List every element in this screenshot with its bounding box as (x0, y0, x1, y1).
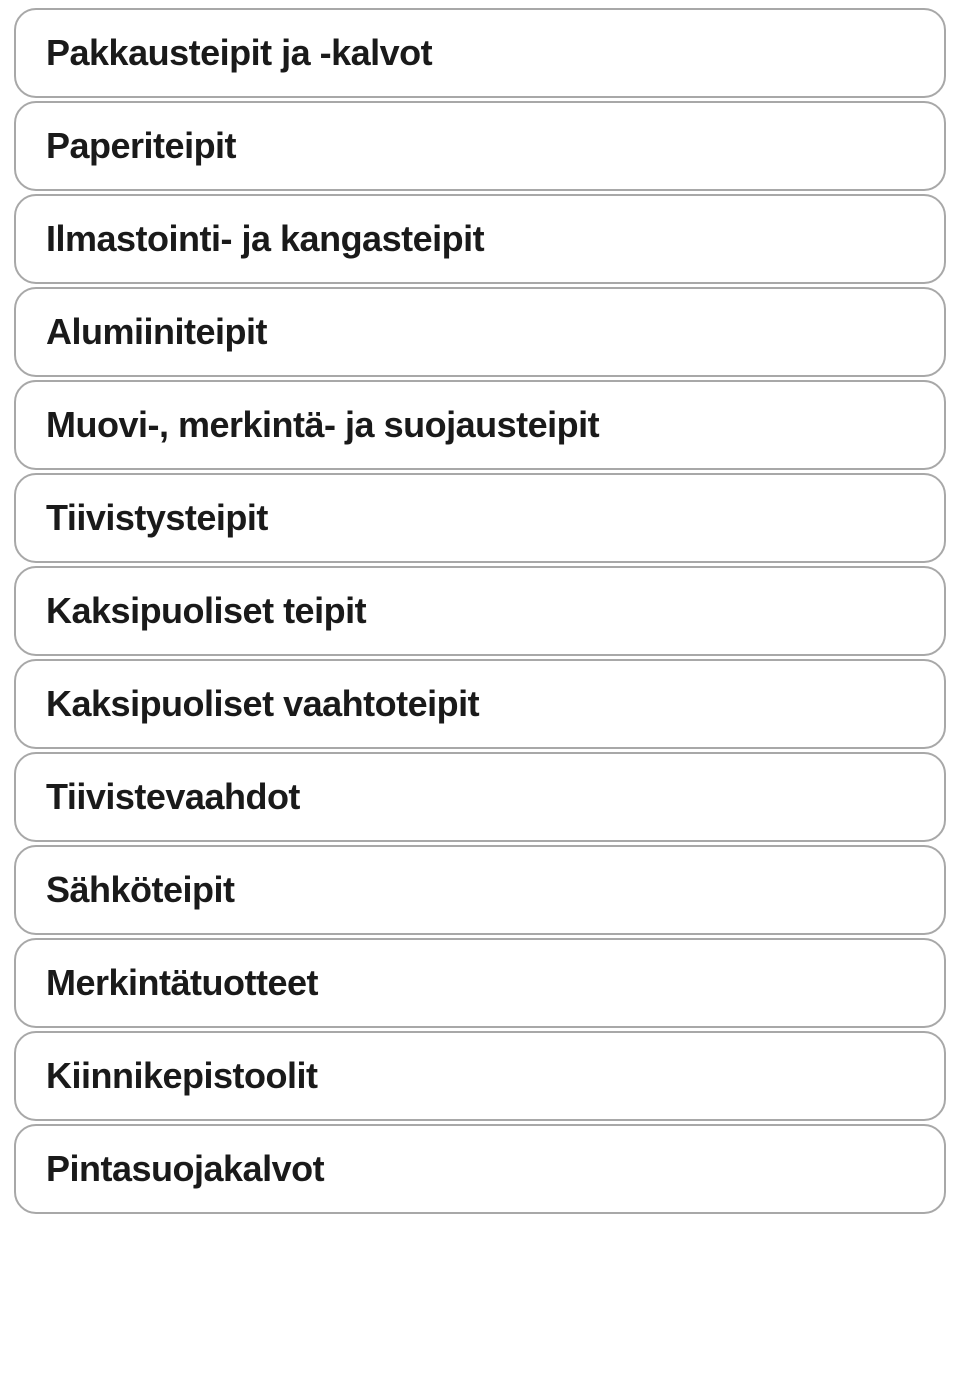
category-item-kaksipuoliset-teipit[interactable]: Kaksipuoliset teipit (14, 566, 946, 656)
category-label: Kiinnikepistoolit (46, 1055, 318, 1096)
category-label: Ilmastointi- ja kangasteipit (46, 218, 484, 259)
category-item-sahkoteipit[interactable]: Sähköteipit (14, 845, 946, 935)
category-item-merkintatuotteet[interactable]: Merkintätuotteet (14, 938, 946, 1028)
category-item-kiinnikepistoolit[interactable]: Kiinnikepistoolit (14, 1031, 946, 1121)
category-item-tiivistevaahdot[interactable]: Tiivistevaahdot (14, 752, 946, 842)
category-item-ilmastointi[interactable]: Ilmastointi- ja kangasteipit (14, 194, 946, 284)
category-label: Tiivistysteipit (46, 497, 268, 538)
category-label: Alumiiniteipit (46, 311, 267, 352)
category-label: Pakkausteipit ja -kalvot (46, 32, 432, 73)
category-label: Tiivistevaahdot (46, 776, 300, 817)
category-item-paperiteipit[interactable]: Paperiteipit (14, 101, 946, 191)
category-label: Muovi-, merkintä- ja suojausteipit (46, 404, 599, 445)
category-item-pintasuojakalvot[interactable]: Pintasuojakalvot (14, 1124, 946, 1214)
category-label: Kaksipuoliset teipit (46, 590, 366, 631)
category-label: Pintasuojakalvot (46, 1148, 324, 1189)
category-label: Kaksipuoliset vaahtoteipit (46, 683, 479, 724)
category-item-kaksipuoliset-vaahtoteipit[interactable]: Kaksipuoliset vaahtoteipit (14, 659, 946, 749)
category-label: Paperiteipit (46, 125, 236, 166)
category-item-muovi[interactable]: Muovi-, merkintä- ja suojausteipit (14, 380, 946, 470)
category-label: Sähköteipit (46, 869, 235, 910)
category-label: Merkintätuotteet (46, 962, 318, 1003)
category-item-alumiiniteipit[interactable]: Alumiiniteipit (14, 287, 946, 377)
category-item-pakkausteipit[interactable]: Pakkausteipit ja -kalvot (14, 8, 946, 98)
category-item-tiivistysteipit[interactable]: Tiivistysteipit (14, 473, 946, 563)
category-list: Pakkausteipit ja -kalvot Paperiteipit Il… (14, 8, 946, 1214)
